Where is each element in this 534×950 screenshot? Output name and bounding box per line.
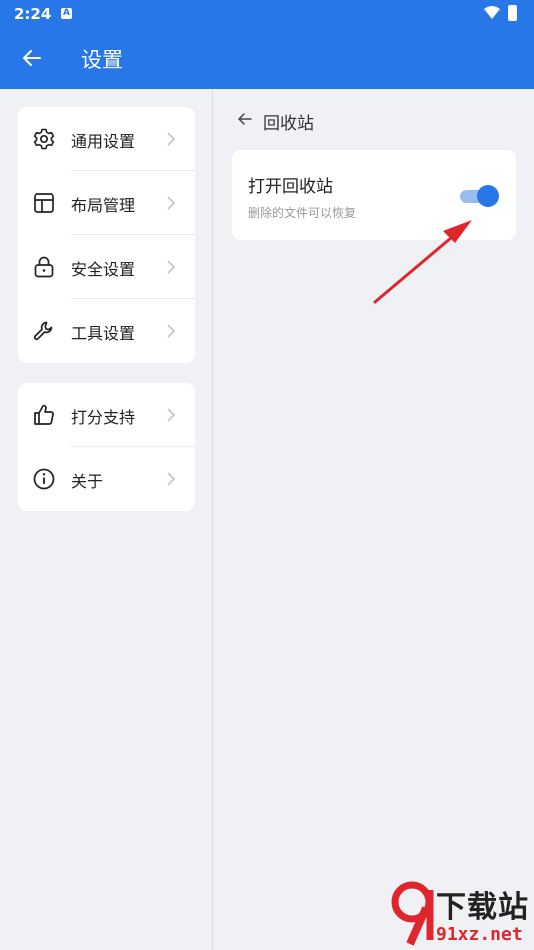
- gear-icon: [33, 128, 55, 150]
- menu-item-rate-support[interactable]: 打分支持: [18, 383, 195, 447]
- battery-icon: [508, 5, 517, 21]
- chevron-right-icon: [167, 196, 176, 210]
- chevron-right-icon: [167, 260, 176, 274]
- notification-icon: A: [61, 8, 72, 19]
- menu-card-secondary: 打分支持 关于: [18, 383, 195, 511]
- watermark-url: 91xz.net: [436, 924, 523, 945]
- thumbs-up-icon: [34, 404, 54, 425]
- app-bar: 设置: [0, 28, 534, 89]
- menu-item-label: 关于: [71, 472, 104, 491]
- back-arrow-icon[interactable]: [237, 111, 253, 127]
- menu-item-label: 布局管理: [71, 196, 136, 215]
- page-title: 设置: [81, 48, 123, 72]
- detail-title: 回收站: [263, 114, 314, 134]
- menu-item-general-settings[interactable]: 通用设置: [18, 107, 195, 171]
- menu-item-label: 通用设置: [71, 132, 136, 151]
- setting-title: 打开回收站: [248, 177, 333, 197]
- watermark-logo-icon: [391, 881, 434, 946]
- menu-item-label: 打分支持: [71, 408, 136, 427]
- wrench-icon: [33, 321, 53, 341]
- info-icon: [33, 468, 55, 490]
- menu-item-tool-settings[interactable]: 工具设置: [18, 299, 195, 363]
- menu-item-security-settings[interactable]: 安全设置: [18, 235, 195, 299]
- menu-item-layout-management[interactable]: 布局管理: [18, 171, 195, 235]
- chevron-right-icon: [167, 132, 176, 146]
- menu-card-main: 通用设置 布局管理 安全设置 工具设置: [18, 107, 195, 363]
- recycle-bin-toggle[interactable]: [460, 185, 500, 207]
- setting-description: 删除的文件可以恢复: [248, 206, 357, 220]
- menu-item-about[interactable]: 关于: [18, 447, 195, 511]
- watermark: 下载站 91xz.net: [390, 880, 534, 950]
- chevron-right-icon: [167, 472, 176, 486]
- lock-icon: [34, 256, 54, 278]
- detail-panel: 回收站 打开回收站 删除的文件可以恢复: [213, 89, 534, 950]
- watermark-name: 下载站: [436, 890, 529, 925]
- menu-item-label: 安全设置: [71, 260, 136, 279]
- back-arrow-icon[interactable]: [20, 46, 44, 70]
- menu-item-label: 工具设置: [71, 324, 136, 343]
- chevron-right-icon: [167, 324, 176, 338]
- status-time: 2:24: [14, 5, 52, 23]
- recycle-bin-setting-card: 打开回收站 删除的文件可以恢复: [232, 150, 516, 240]
- settings-menu-panel: 通用设置 布局管理 安全设置 工具设置 打分支持 关于: [0, 89, 213, 950]
- status-bar: 2:24 A: [0, 0, 534, 28]
- layout-icon: [34, 193, 54, 213]
- wifi-icon: [484, 6, 500, 19]
- chevron-right-icon: [167, 408, 176, 422]
- toggle-knob: [477, 185, 499, 207]
